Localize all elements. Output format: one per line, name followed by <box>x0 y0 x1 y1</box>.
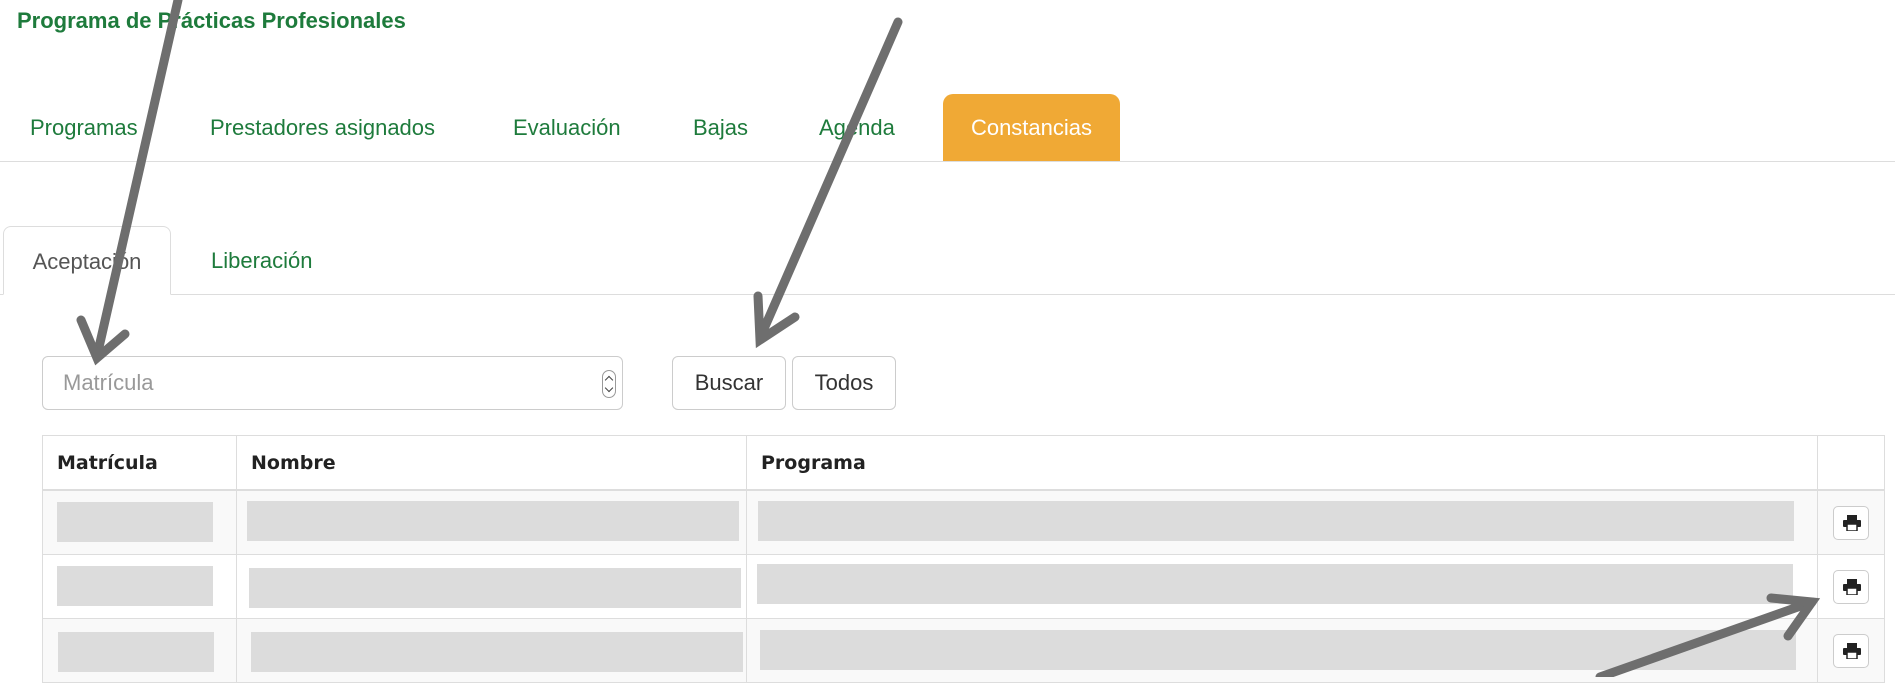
cell-matricula <box>42 489 237 555</box>
cell-nombre <box>236 554 747 619</box>
redacted-block <box>247 501 739 541</box>
main-navigation: Programas Prestadores asignados Evaluaci… <box>0 94 1895 162</box>
cell-programa <box>746 554 1818 619</box>
print-icon <box>1843 578 1861 595</box>
cell-matricula <box>42 554 237 619</box>
table-row <box>42 554 1885 619</box>
print-button[interactable] <box>1833 633 1869 668</box>
redacted-block <box>57 502 213 542</box>
cell-nombre <box>236 489 747 555</box>
annotation-arrow-to-search-field <box>76 0 183 366</box>
redacted-block <box>757 564 1793 604</box>
results-table: Matrícula Nombre Programa <box>42 435 1885 683</box>
tab-constancias[interactable]: Constancias <box>943 94 1120 161</box>
subtab-aceptacion[interactable]: Aceptación <box>3 226 171 295</box>
cell-programa <box>746 618 1818 683</box>
column-header-actions <box>1817 435 1885 491</box>
redacted-block <box>760 630 1796 670</box>
stepper-icon[interactable] <box>602 370 616 398</box>
cell-programa <box>746 489 1818 555</box>
table-row <box>42 489 1885 555</box>
cell-nombre <box>236 618 747 683</box>
redacted-block <box>58 632 214 672</box>
redacted-block <box>249 568 741 608</box>
tab-agenda[interactable]: Agenda <box>794 94 920 161</box>
subtab-liberacion[interactable]: Liberación <box>186 226 338 295</box>
tab-evaluacion[interactable]: Evaluación <box>488 94 646 161</box>
redacted-block <box>57 566 213 606</box>
cell-actions <box>1817 489 1885 555</box>
cell-matricula <box>42 618 237 683</box>
tab-prestadores-asignados[interactable]: Prestadores asignados <box>185 94 460 161</box>
print-button[interactable] <box>1833 569 1869 604</box>
redacted-block <box>251 632 743 672</box>
matricula-input[interactable] <box>43 357 603 409</box>
column-header-programa: Programa <box>746 435 1818 491</box>
print-icon <box>1843 642 1861 659</box>
table-header-row: Matrícula Nombre Programa <box>42 435 1885 491</box>
sub-navigation: Aceptación Liberación <box>0 226 1895 295</box>
matricula-search-field[interactable] <box>42 356 623 410</box>
cell-actions <box>1817 554 1885 619</box>
print-icon <box>1843 514 1861 531</box>
print-button[interactable] <box>1833 505 1869 540</box>
tab-bajas[interactable]: Bajas <box>668 94 773 161</box>
app-title: Programa de Prácticas Profesionales <box>17 8 406 33</box>
table-row <box>42 618 1885 683</box>
show-all-button[interactable]: Todos <box>792 356 896 410</box>
search-button[interactable]: Buscar <box>672 356 786 410</box>
redacted-block <box>758 501 1794 541</box>
column-header-nombre: Nombre <box>236 435 747 491</box>
tab-programas[interactable]: Programas <box>5 94 163 161</box>
column-header-matricula: Matrícula <box>42 435 237 491</box>
cell-actions <box>1817 618 1885 683</box>
